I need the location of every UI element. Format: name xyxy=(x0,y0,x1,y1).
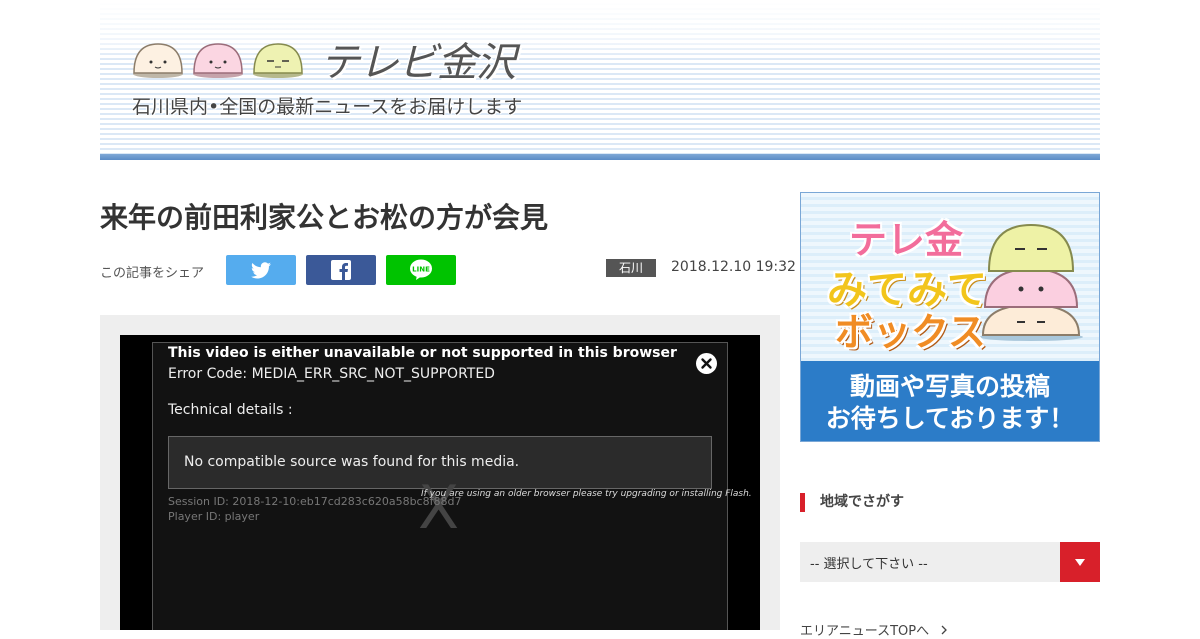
error-source-message: No compatible source was found for this … xyxy=(184,454,520,470)
error-title: This video is either unavailable or not … xyxy=(168,345,677,361)
region-select-toggle[interactable] xyxy=(1060,542,1100,582)
site-tagline: 石川県内•全国の最新ニュースをお届けします xyxy=(132,96,523,118)
promo-title-3: ボックス xyxy=(835,310,986,354)
site-banner[interactable] xyxy=(100,0,1100,160)
promo-cta-line-2: お待ちしております！ xyxy=(825,404,1075,433)
error-session-id: Session ID: 2018-12-10:eb17cd283c620a58b… xyxy=(168,495,462,508)
page-title: 来年の前田利家公とお松の方が会見 xyxy=(100,201,549,234)
mascot-stack-icon xyxy=(979,223,1083,341)
area-news-top-label: エリアニュースTOPへ xyxy=(800,624,930,639)
close-icon xyxy=(701,358,712,369)
mascot-pink-icon xyxy=(193,43,243,78)
article-timestamp: 2018.12.10 19:32 xyxy=(671,259,796,275)
error-browser-hint: If you are using an older browser please… xyxy=(421,489,752,499)
region-select-value: -- 選択して下さい -- xyxy=(810,557,928,572)
dropdown-arrow-icon xyxy=(1075,559,1085,566)
share-label: この記事をシェア xyxy=(100,266,205,281)
facebook-share-button[interactable] xyxy=(306,255,376,285)
line-share-button[interactable]: LINE xyxy=(386,255,456,285)
twitter-share-button[interactable] xyxy=(226,255,296,285)
chevron-right-icon xyxy=(941,625,948,635)
twitter-icon xyxy=(251,261,271,278)
mascot-green-icon xyxy=(253,43,303,78)
facebook-icon xyxy=(331,260,351,280)
region-select[interactable]: -- 選択して下さい -- xyxy=(800,542,1100,582)
promo-title-1: テレ金 xyxy=(849,218,964,262)
region-search-heading: 地域でさがす xyxy=(800,493,904,512)
error-player-id: Player ID: player xyxy=(168,510,260,523)
error-technical-label: Technical details : xyxy=(168,402,293,418)
error-close-button[interactable] xyxy=(696,353,717,374)
region-badge[interactable]: 石川 xyxy=(606,259,656,277)
site-logo[interactable]: テレビ金沢 xyxy=(320,30,516,88)
error-code: Error Code: MEDIA_ERR_SRC_NOT_SUPPORTED xyxy=(168,366,495,382)
line-icon: LINE xyxy=(410,259,432,280)
promo-cta-line-1: 動画や写真の投稿 xyxy=(849,372,1050,401)
error-x-mark: X xyxy=(418,473,460,543)
banner-divider xyxy=(100,154,1100,160)
svg-text:LINE: LINE xyxy=(412,265,430,273)
mitemite-box-banner[interactable]: テレ金 みてみて ボックス 動画や写真の投稿 お待ちしております！ xyxy=(800,192,1100,442)
mascot-white-icon xyxy=(133,43,183,78)
